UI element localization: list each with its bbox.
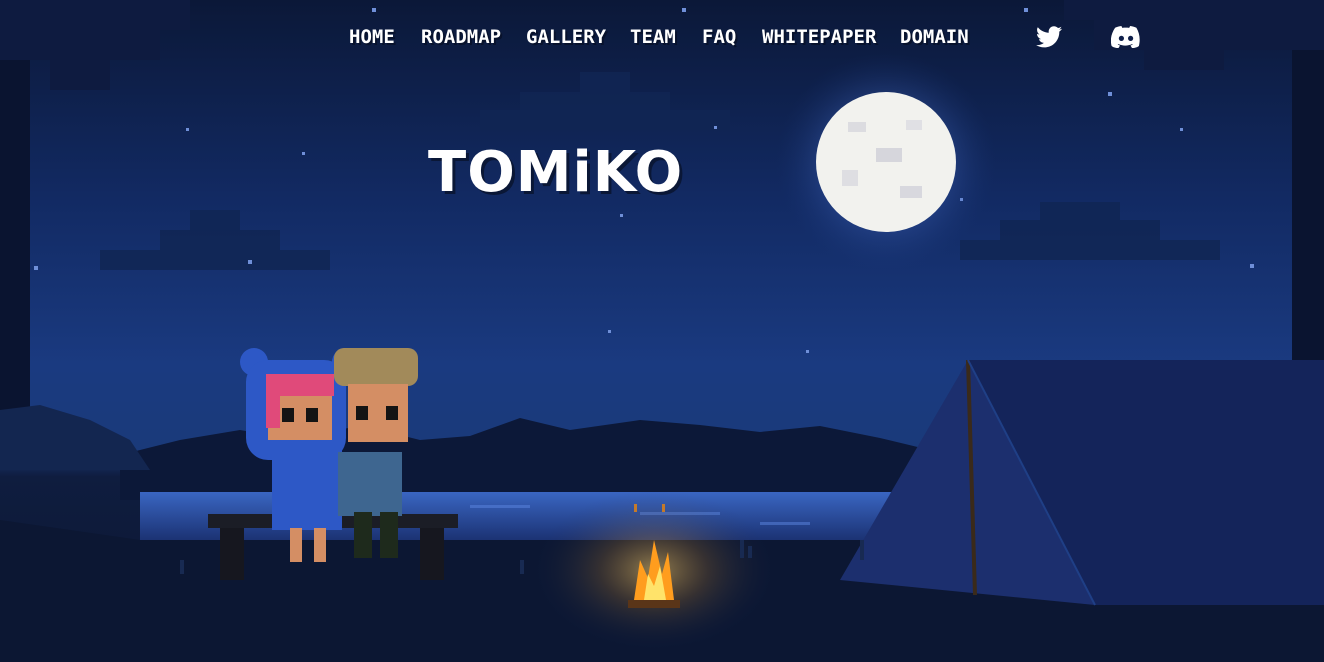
background-illustration	[0, 0, 1324, 662]
nav-team[interactable]: TEAM	[630, 26, 676, 48]
twitter-icon[interactable]	[1036, 26, 1062, 52]
twitter-icon-graphic	[1036, 26, 1062, 48]
nav-faq[interactable]: FAQ	[702, 26, 736, 48]
treeline	[0, 405, 930, 500]
nav-whitepaper[interactable]: WHITEPAPER	[762, 26, 876, 48]
moon	[776, 52, 996, 272]
nav-domain[interactable]: DOMAIN	[900, 26, 969, 48]
nav-home[interactable]: HOME	[349, 26, 395, 48]
discord-icon-graphic	[1110, 26, 1140, 48]
campfire	[534, 490, 774, 650]
tent	[840, 359, 1324, 606]
hero-scene: HOME ROADMAP GALLERY TEAM FAQ WHITEPAPER…	[0, 0, 1324, 662]
tomiko-logo: TOMiKO	[428, 140, 684, 205]
nav-gallery[interactable]: GALLERY	[526, 26, 606, 48]
discord-icon[interactable]	[1110, 26, 1141, 52]
nav-roadmap[interactable]: ROADMAP	[421, 26, 501, 48]
